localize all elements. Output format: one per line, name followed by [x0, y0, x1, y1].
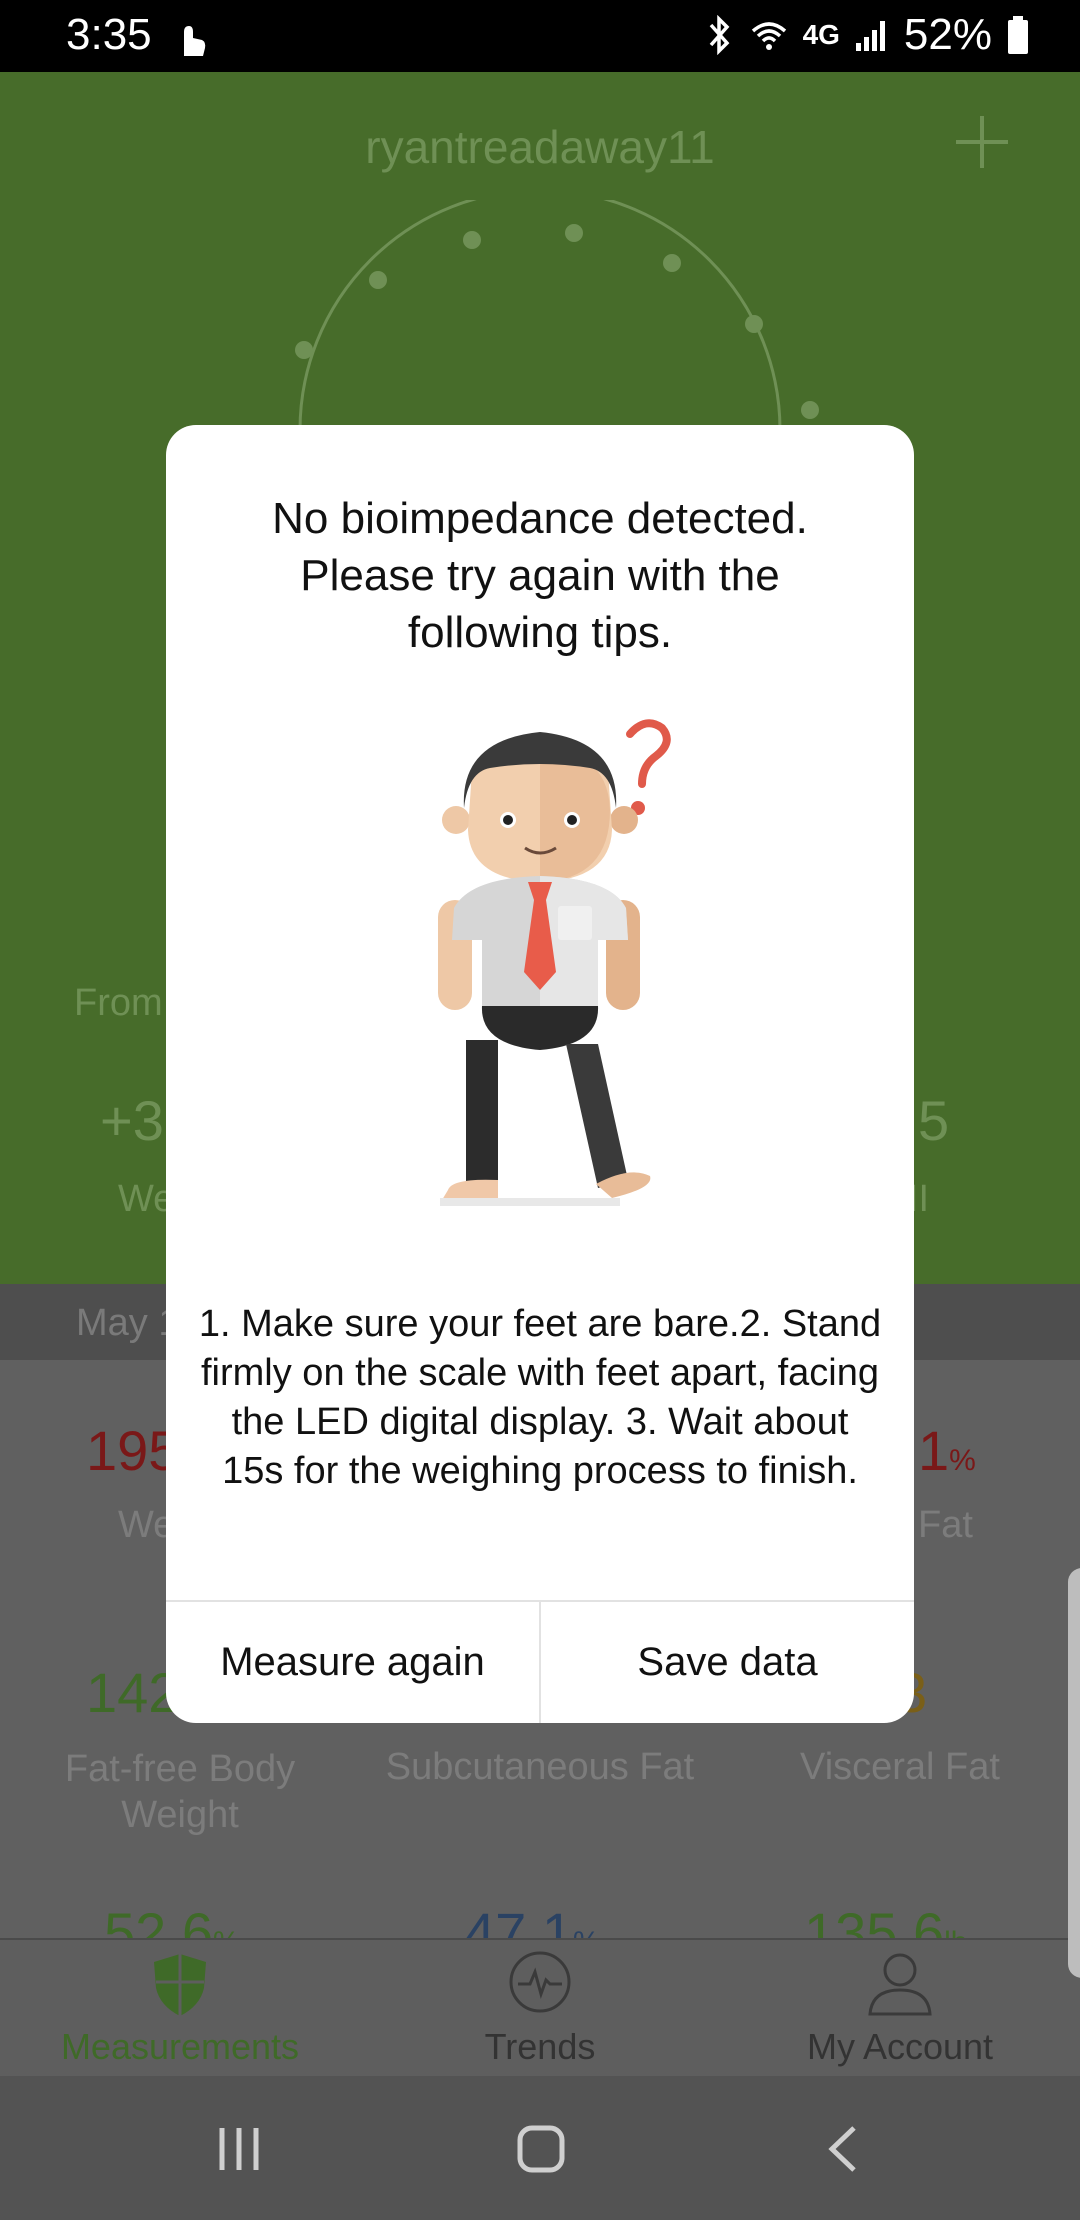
nav-trends[interactable]: Trends [390, 1946, 690, 2074]
save-data-button[interactable]: Save data [541, 1602, 914, 1723]
metric-value: 52.6% [104, 1901, 240, 1938]
battery-icon [1008, 16, 1028, 54]
nav-label: Trends [484, 2026, 596, 2067]
metric-label: Fat [918, 1504, 973, 1546]
metric-value: 47.1% [464, 1901, 600, 1938]
touch-icon [184, 26, 206, 56]
dialog-title: No bioimpedance detected. Please try aga… [272, 494, 808, 657]
nav-label: Measurements [60, 2026, 300, 2067]
nav-measurements[interactable]: Measurements [30, 1946, 330, 2074]
system-navigation-bar [0, 2076, 1080, 2220]
error-dialog: No bioimpedance detected. Please try aga… [166, 425, 914, 1723]
heartbeat-icon [509, 1951, 571, 2013]
add-icon[interactable] [952, 112, 1012, 172]
metric-value: 1% [918, 1419, 976, 1482]
status-bar: 3:35 4G 52% [0, 0, 1080, 72]
person-icon [868, 1953, 932, 2016]
home-icon[interactable] [516, 2124, 566, 2174]
username[interactable]: ryantreadaway11 [0, 120, 1080, 174]
bmi-delta: 5 [918, 1089, 950, 1152]
signal-icon [855, 21, 885, 51]
metric-label: Fat-free Body Weight [64, 1748, 296, 1836]
edge-panel-handle[interactable] [1068, 1568, 1080, 1978]
shield-icon [154, 1954, 206, 2016]
back-icon[interactable] [824, 2124, 860, 2174]
confused-man-illustration [438, 719, 671, 1206]
dialog-tips: 1. Make sure your feet are bare.2. Stand… [198, 1303, 882, 1492]
from-label: From [74, 982, 163, 1024]
weight-dial [295, 200, 819, 431]
metric-label: Subcutaneous Fat [385, 1746, 695, 1788]
wifi-icon [751, 22, 786, 50]
recent-apps-icon[interactable] [216, 2126, 262, 2172]
measure-again-button[interactable]: Measure again [166, 1602, 539, 1723]
battery-percent: 52% [903, 10, 992, 59]
nav-label: My Account [806, 2026, 994, 2067]
nav-my-account[interactable]: My Account [750, 1946, 1050, 2074]
weight-delta: +3 [100, 1089, 164, 1152]
status-time: 3:35 [66, 10, 152, 59]
bluetooth-icon [709, 15, 729, 55]
metric-value: 135.6lb [804, 1901, 968, 1938]
status-icons: 4G 52% [705, 10, 1030, 60]
measurement-date: May 1 [76, 1302, 180, 1344]
network-type: 4G [802, 19, 840, 50]
metric-label: Visceral Fat [800, 1746, 1000, 1788]
